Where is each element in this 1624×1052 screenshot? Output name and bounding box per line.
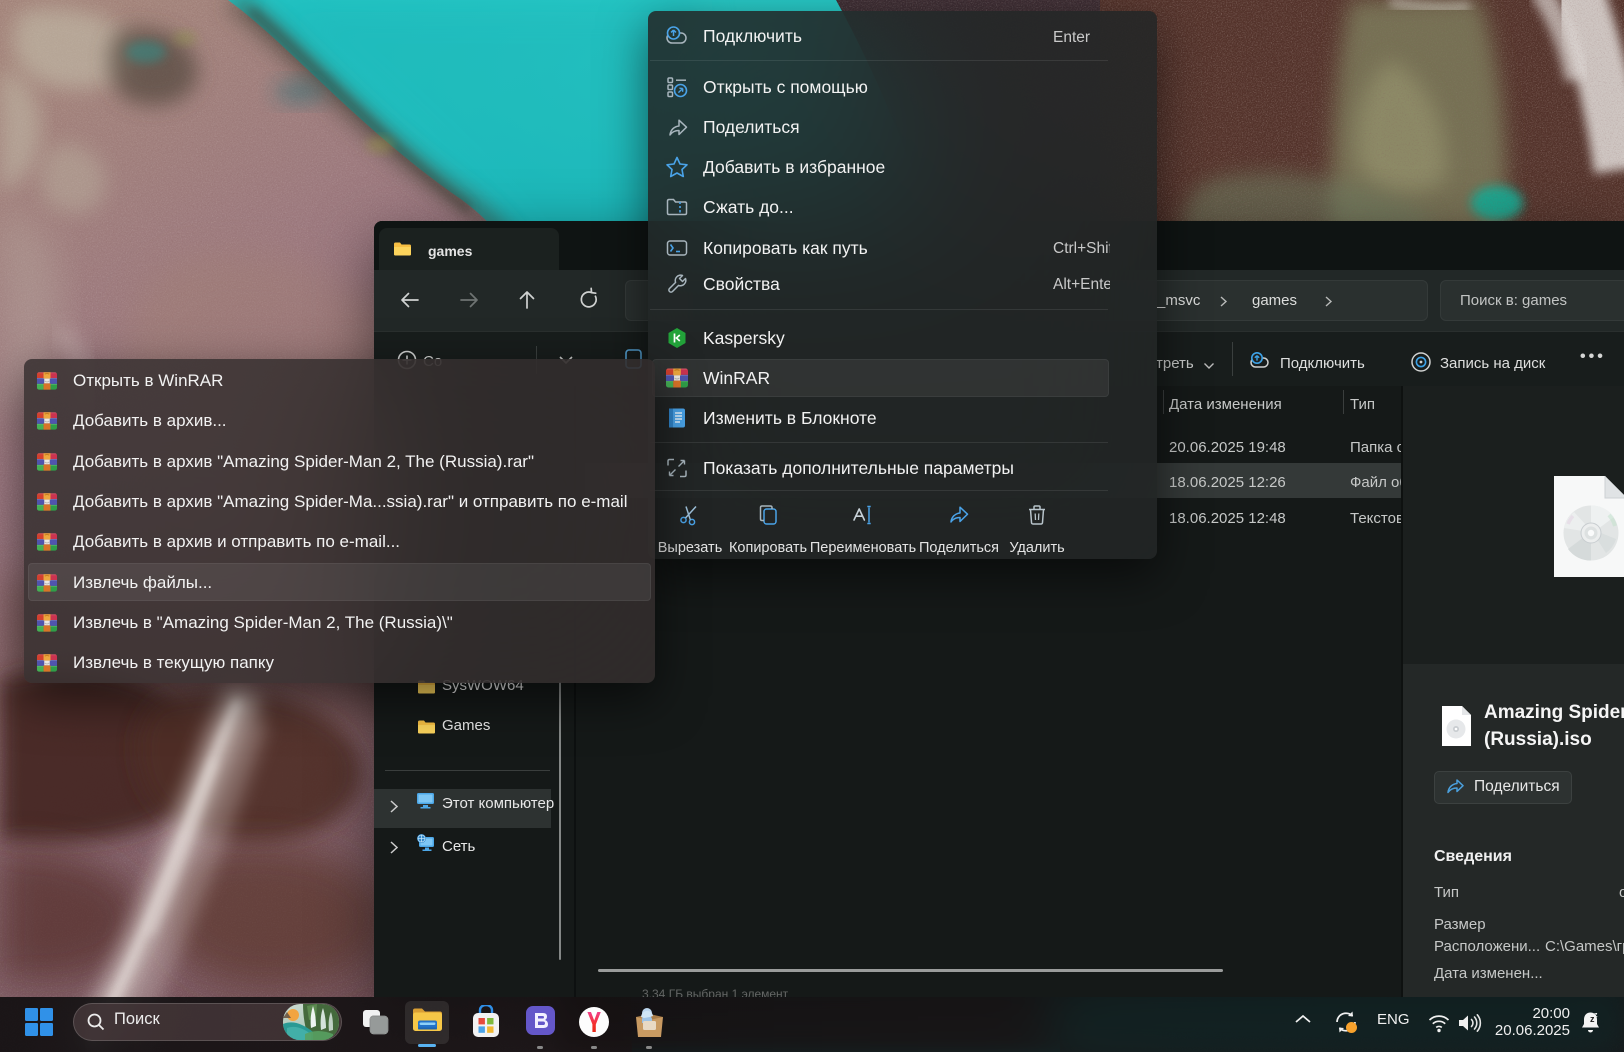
svg-text:z: z [1594, 1012, 1598, 1019]
